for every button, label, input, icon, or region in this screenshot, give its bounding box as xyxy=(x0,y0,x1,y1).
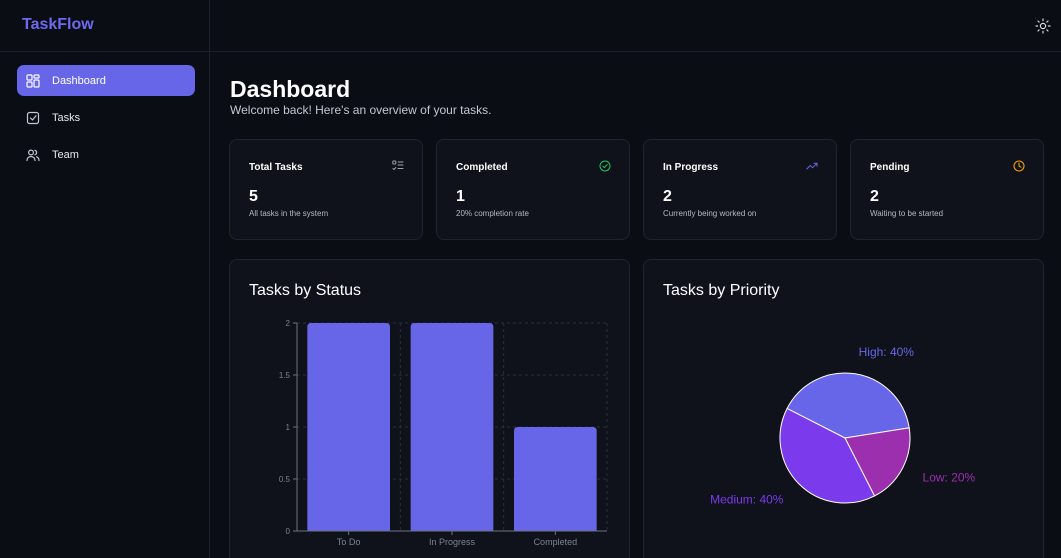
stat-card-completed: Completed 1 20% completion rate xyxy=(436,139,630,240)
stat-description: Currently being worked on xyxy=(663,209,757,218)
trending-up-icon xyxy=(806,162,818,170)
page-title: Dashboard xyxy=(230,76,351,102)
sidebar-item-label: Tasks xyxy=(52,111,81,124)
stat-card-pending: Pending 2 Waiting to be started xyxy=(850,139,1044,240)
x-tick-label: In Progress xyxy=(429,537,476,547)
stat-title: Completed xyxy=(456,162,508,173)
sidebar: Dashboard Tasks Team xyxy=(0,52,210,558)
stat-value: 2 xyxy=(663,188,672,205)
tasks-by-priority-chart: High: 40% Low: 20% Medium: 40% xyxy=(710,345,976,507)
sidebar-item-team[interactable]: Team xyxy=(17,139,195,170)
y-tick-label: 0 xyxy=(286,527,291,536)
sun-icon[interactable] xyxy=(1035,18,1051,34)
tasks-by-status-panel: Tasks by Status 0 0.5 1 1.5 2 To Do In Progres… xyxy=(229,259,630,558)
sidebar-item-label: Team xyxy=(52,148,79,161)
clock-icon xyxy=(1013,160,1025,172)
x-tick-label: Completed xyxy=(534,537,578,547)
pie-label: Low: 20% xyxy=(923,470,976,484)
pie-label: High: 40% xyxy=(859,345,915,359)
stat-title: Pending xyxy=(870,162,910,173)
stat-description: Waiting to be started xyxy=(870,209,944,218)
y-tick-label: 2 xyxy=(286,319,291,328)
tasks-by-status-chart: 0 0.5 1 1.5 2 To Do In Progress Completed xyxy=(279,319,608,547)
bar-completed xyxy=(514,427,597,531)
stat-card-total-tasks: Total Tasks 5 All tasks in the system xyxy=(229,139,423,240)
y-tick-label: 1.5 xyxy=(279,371,291,380)
stat-value: 5 xyxy=(249,188,258,205)
tasks-by-priority-panel: Tasks by Priority High: 40% Low: 20% Mediu… xyxy=(643,259,1044,558)
dashboard-grid-icon xyxy=(26,73,40,88)
stat-title: In Progress xyxy=(663,162,719,173)
page-subtitle: Welcome back! Here's an overview of your… xyxy=(230,103,492,117)
top-header: TaskFlow xyxy=(0,0,1061,52)
y-tick-label: 1 xyxy=(286,423,291,432)
app-logo[interactable]: TaskFlow xyxy=(0,0,210,52)
pie-label: Medium: 40% xyxy=(710,493,784,507)
stat-value: 1 xyxy=(456,188,465,205)
y-tick-label: 0.5 xyxy=(279,475,291,484)
check-circle-icon xyxy=(599,160,611,172)
stat-description: All tasks in the system xyxy=(249,209,329,218)
stat-value: 2 xyxy=(870,188,879,205)
stat-title: Total Tasks xyxy=(249,162,303,173)
list-icon xyxy=(392,160,404,171)
x-tick-label: To Do xyxy=(337,537,361,547)
main-content: Dashboard Welcome back! Here's an overvi… xyxy=(211,52,1061,558)
bar-to-do xyxy=(307,323,390,531)
checkbox-icon xyxy=(26,111,40,124)
users-icon xyxy=(26,148,40,161)
app-root: TaskFlow Dashboard Tasks Team Dashboard … xyxy=(0,0,1061,558)
stat-card-in-progress: In Progress 2 Currently being worked on xyxy=(643,139,837,240)
sidebar-item-label: Dashboard xyxy=(52,74,106,87)
sidebar-item-dashboard[interactable]: Dashboard xyxy=(17,65,195,96)
sidebar-item-tasks[interactable]: Tasks xyxy=(17,102,195,133)
stat-description: 20% completion rate xyxy=(456,209,529,218)
bar-in-progress xyxy=(410,323,494,531)
